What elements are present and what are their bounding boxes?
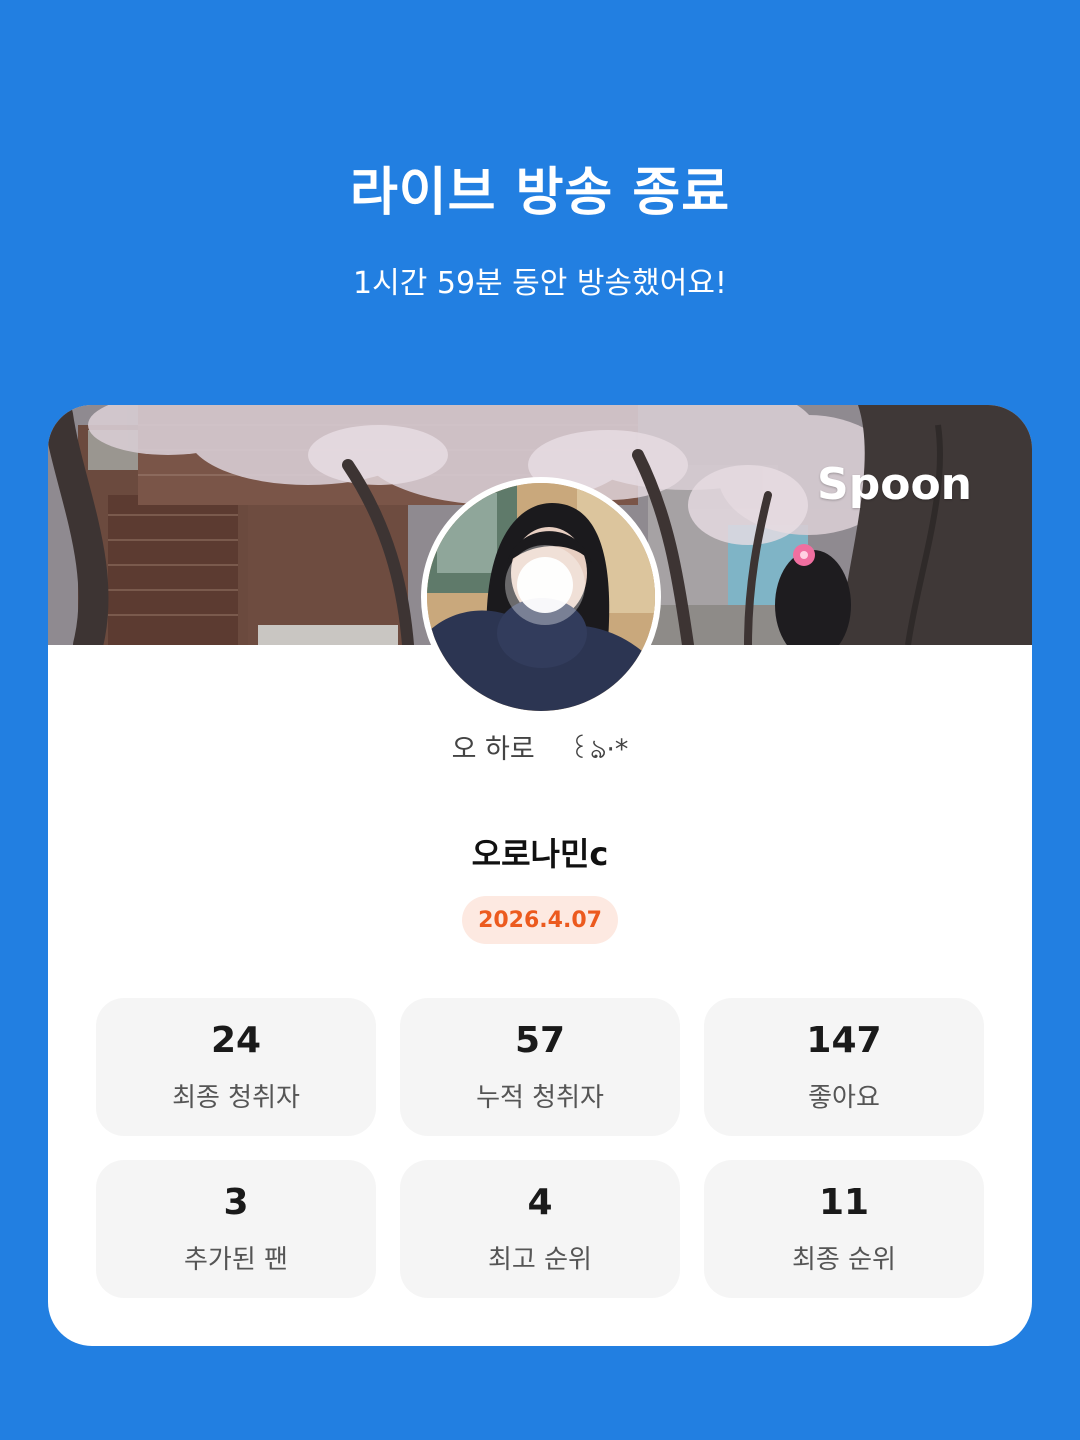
stat-label: 누적 청취자 [476, 1083, 604, 1113]
stat-value: 3 [223, 1182, 249, 1223]
stat-likes: 147 좋아요 [704, 998, 984, 1136]
page-title: 라이브 방송 종료 [349, 163, 731, 223]
stat-label: 좋아요 [808, 1083, 880, 1113]
stat-new-fans: 3 추가된 팬 [96, 1160, 376, 1298]
stat-label: 추가된 팬 [184, 1245, 288, 1275]
broadcast-stats-grid: 24 최종 청취자 57 누적 청취자 147 좋아요 3 추가된 팬 4 최고… [96, 998, 984, 1298]
stat-final-rank: 11 최종 순위 [704, 1160, 984, 1298]
profile-status-message: 오 하로 ꒰ঌ·* [451, 734, 629, 765]
spoon-logo: Spoon [817, 459, 972, 510]
avatar [421, 477, 661, 717]
stat-best-rank: 4 최고 순위 [400, 1160, 680, 1298]
stat-value: 147 [806, 1020, 882, 1061]
stat-final-listeners: 24 최종 청취자 [96, 998, 376, 1136]
dj-nickname: 오로나민c [471, 835, 609, 873]
stat-value: 4 [527, 1182, 553, 1223]
broadcast-summary-card: Spoon 오 하로 ꒰ঌ·* 오로나민c 2026.4.07 24 최종 청취… [48, 405, 1032, 1346]
stat-label: 최종 청취자 [172, 1083, 300, 1113]
stat-label: 최종 순위 [792, 1245, 896, 1275]
stat-total-listeners: 57 누적 청취자 [400, 998, 680, 1136]
broadcast-end-screen: 라이브 방송 종료 1시간 59분 동안 방송했어요! Spoon 오 하로 ꒰… [0, 0, 1080, 1440]
broadcast-duration-text: 1시간 59분 동안 방송했어요! [353, 266, 727, 301]
stat-value: 11 [818, 1182, 870, 1223]
stat-value: 57 [514, 1020, 566, 1061]
stat-label: 최고 순위 [488, 1245, 592, 1275]
stat-value: 24 [210, 1020, 262, 1061]
broadcast-date-badge: 2026.4.07 [462, 896, 618, 944]
